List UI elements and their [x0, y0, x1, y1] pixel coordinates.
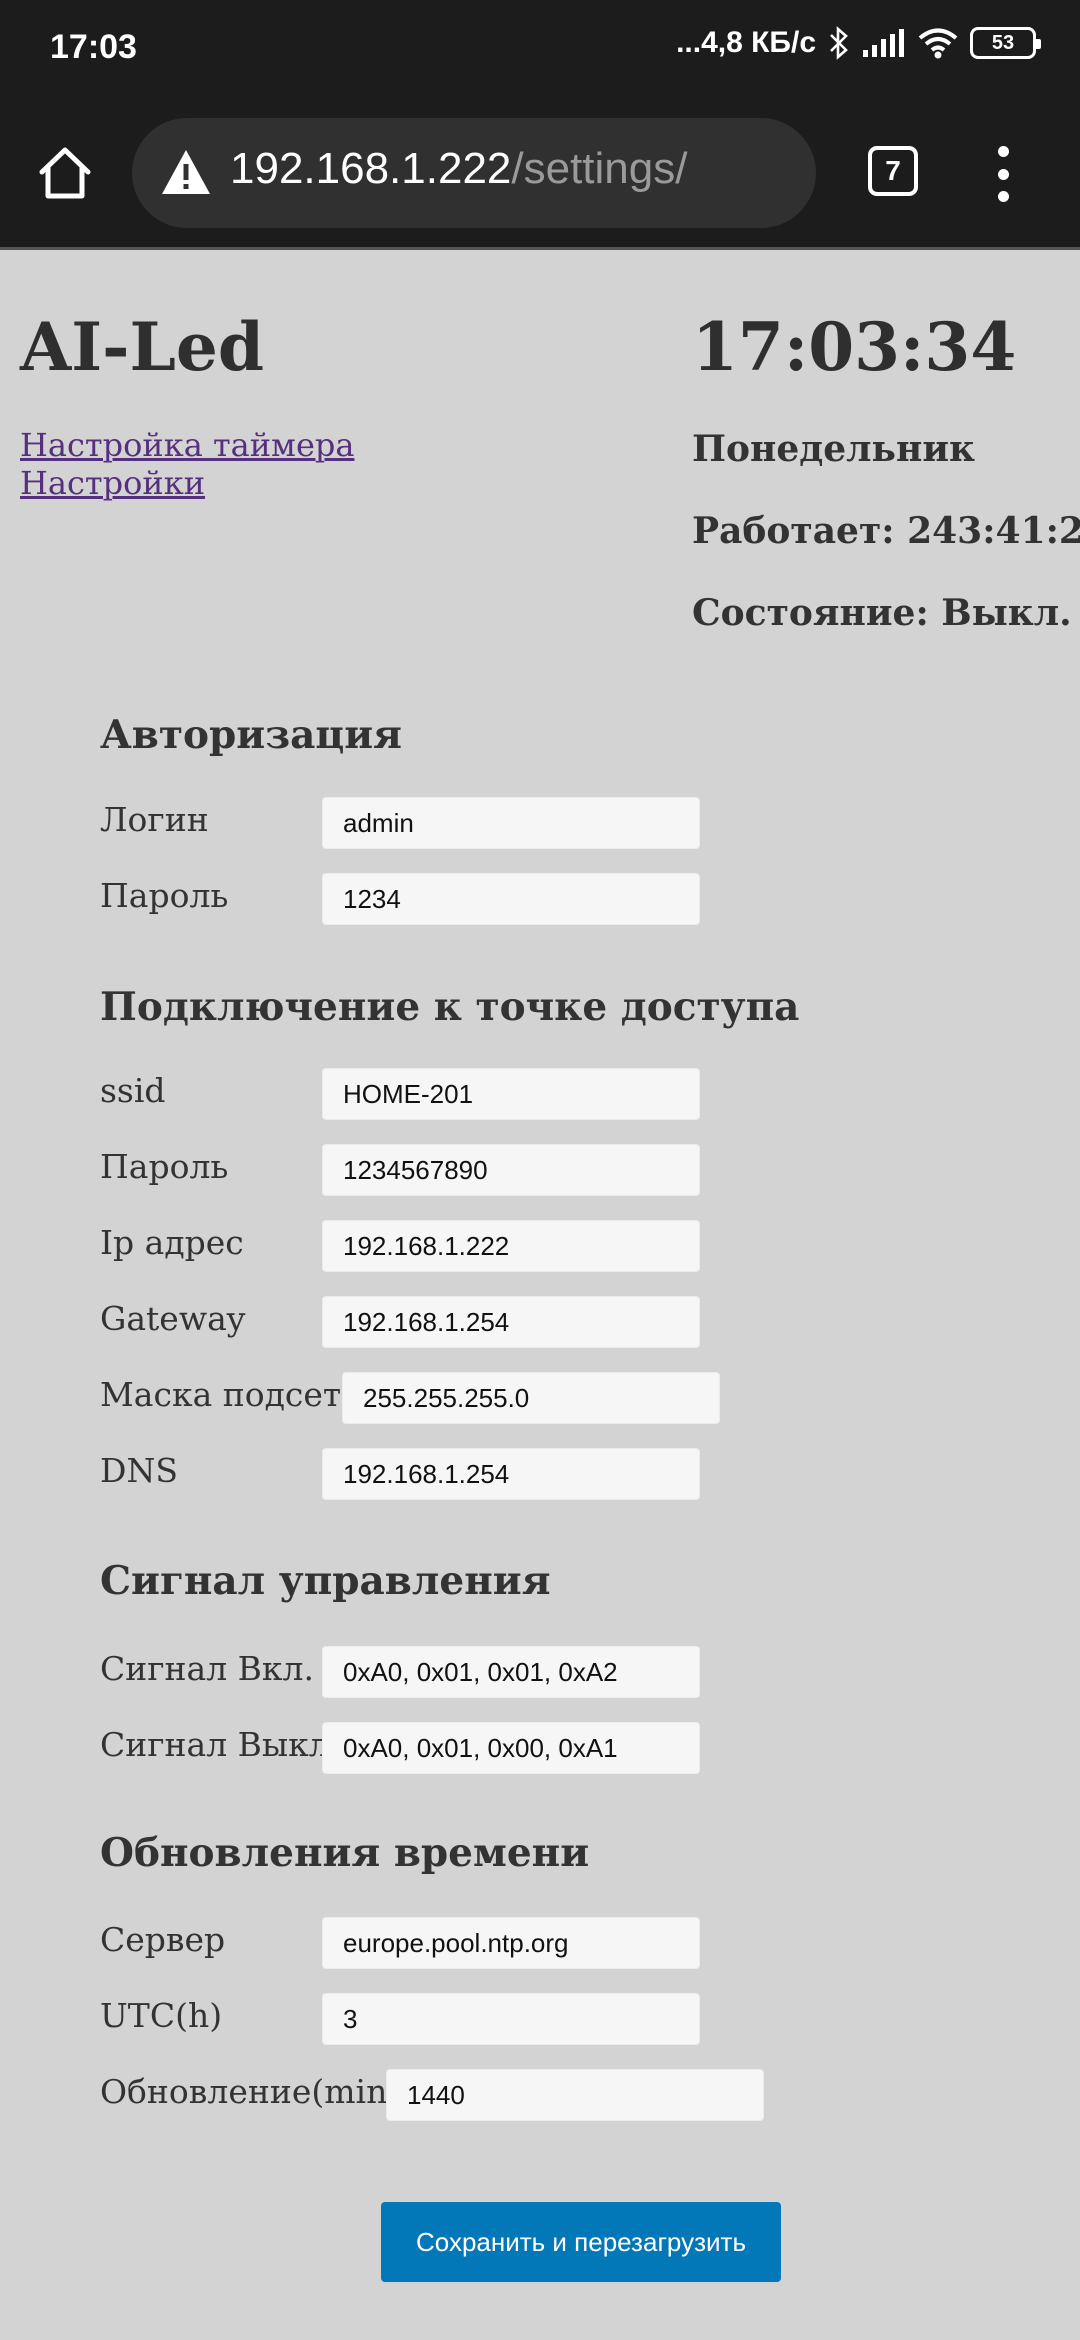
- home-icon[interactable]: [34, 142, 96, 204]
- bluetooth-icon: [828, 26, 850, 60]
- subnet-mask-input[interactable]: [342, 1372, 720, 1424]
- wifi-password-label: Пароль: [100, 1147, 229, 1186]
- signal-off-input[interactable]: [322, 1722, 700, 1774]
- save-and-reboot-button[interactable]: Сохранить и перезагрузить: [381, 2202, 781, 2282]
- browser-toolbar: 192.168.1.222/settings/ 7: [0, 96, 1080, 250]
- wifi-icon: [918, 27, 958, 59]
- ip-label: Ip адрес: [100, 1223, 244, 1262]
- login-label: Логин: [100, 800, 209, 839]
- password-label: Пароль: [100, 876, 229, 915]
- utc-offset-label: UTC(h): [100, 1996, 223, 2035]
- url-host: 192.168.1.222: [230, 144, 512, 193]
- page-title: AI-Led: [20, 308, 265, 386]
- section-title-auth: Авторизация: [100, 712, 402, 758]
- update-interval-label: Обновление(min): [100, 2072, 401, 2111]
- section-title-time-update: Обновления времени: [100, 1830, 590, 1876]
- ntp-server-label: Сервер: [100, 1920, 226, 1959]
- gateway-label: Gateway: [100, 1299, 246, 1338]
- section-title-access-point: Подключение к точке доступа: [100, 984, 800, 1030]
- clock: 17:03:34: [692, 308, 1017, 386]
- update-interval-input[interactable]: [386, 2069, 764, 2121]
- tabs-icon[interactable]: 7: [868, 146, 918, 196]
- ip-input[interactable]: [322, 1220, 700, 1272]
- status-bar: 17:03 ...4,8 КБ/с 53: [0, 0, 1080, 96]
- device-state: Состояние: Выкл.: [692, 592, 1072, 634]
- url-path: /settings/: [511, 144, 688, 193]
- nav-link-timer-settings[interactable]: Настройка таймера: [20, 426, 354, 464]
- address-bar[interactable]: 192.168.1.222/settings/: [132, 118, 816, 228]
- not-secure-warning-icon[interactable]: [160, 148, 212, 196]
- network-speed: ...4,8 КБ/с: [676, 26, 816, 59]
- signal-on-label: Сигнал Вкл.: [100, 1649, 314, 1688]
- gateway-input[interactable]: [322, 1296, 700, 1348]
- login-input[interactable]: [322, 797, 700, 849]
- wifi-password-input[interactable]: [322, 1144, 700, 1196]
- ssid-label: ssid: [100, 1071, 166, 1110]
- weekday: Понедельник: [692, 428, 976, 470]
- password-input[interactable]: [322, 873, 700, 925]
- more-menu-icon[interactable]: [988, 146, 1018, 202]
- status-icons: ...4,8 КБ/с 53: [676, 26, 1041, 60]
- section-title-control-signal: Сигнал управления: [100, 1558, 551, 1604]
- nav-link-settings[interactable]: Настройки: [20, 464, 354, 502]
- subnet-mask-label: Маска подсети: [100, 1375, 364, 1414]
- ntp-server-input[interactable]: [322, 1917, 700, 1969]
- dns-label: DNS: [100, 1451, 178, 1490]
- signal-on-input[interactable]: [322, 1646, 700, 1698]
- signal-icon: [862, 28, 906, 58]
- dns-input[interactable]: [322, 1448, 700, 1500]
- utc-offset-input[interactable]: [322, 1993, 700, 2045]
- status-time: 17:03: [50, 28, 137, 66]
- uptime: Работает: 243:41:20: [692, 510, 1080, 552]
- signal-off-label: Сигнал Выкл.: [100, 1725, 341, 1764]
- battery-icon: 53: [970, 27, 1041, 59]
- url-text: 192.168.1.222/settings/: [230, 144, 687, 194]
- nav-links: Настройка таймера Настройки: [20, 426, 354, 502]
- ssid-input[interactable]: [322, 1068, 700, 1120]
